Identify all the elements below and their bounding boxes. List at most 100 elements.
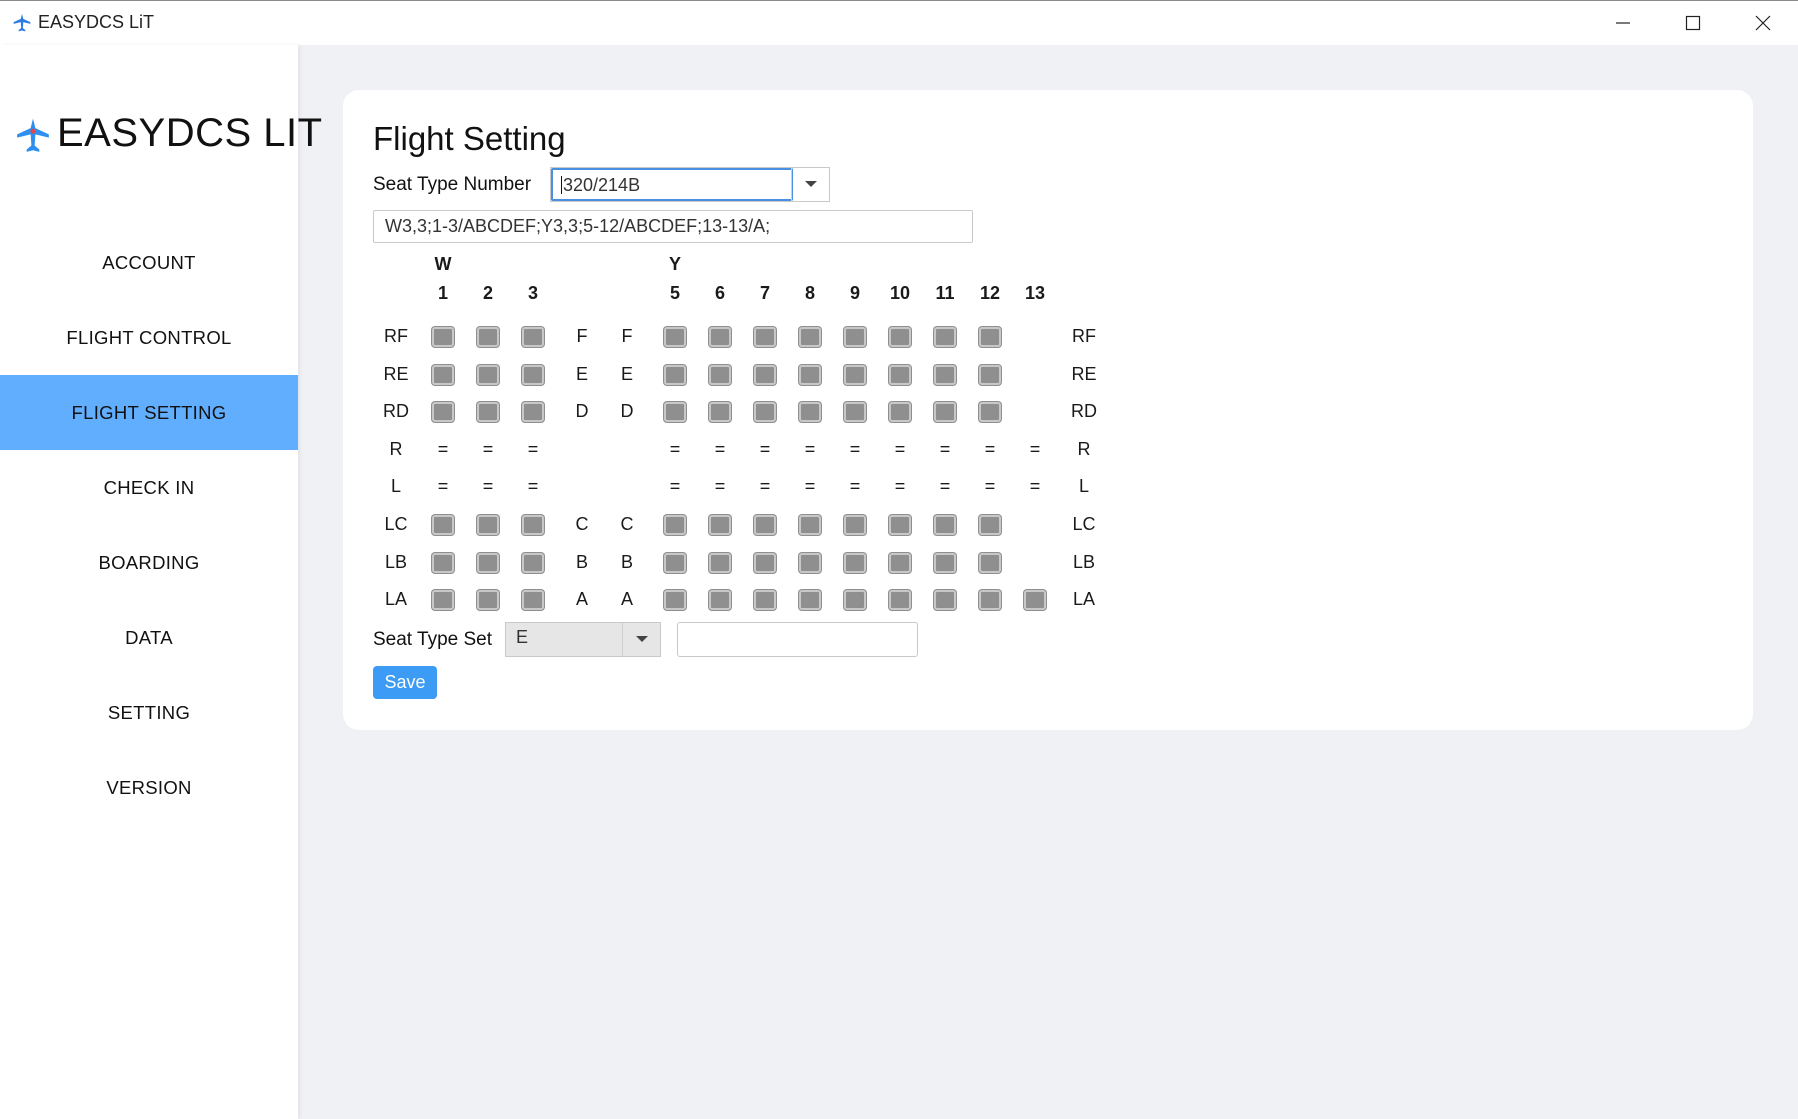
sidebar-item-flight-control[interactable]: FLIGHT CONTROL — [0, 300, 298, 375]
seat-checkbox[interactable] — [934, 327, 956, 347]
seat-letter-label: D — [575, 401, 589, 422]
seat-type-set-dropdown-button[interactable] — [622, 623, 660, 656]
seat-checkbox[interactable] — [432, 590, 454, 611]
seat-checkbox[interactable] — [432, 515, 454, 535]
seat-checkbox[interactable] — [799, 327, 821, 347]
seat-checkbox[interactable] — [889, 590, 911, 611]
seat-checkbox[interactable] — [979, 590, 1001, 611]
seat-row-label: LB — [384, 551, 408, 572]
sidebar-item-setting[interactable]: SETTING — [0, 675, 298, 750]
seat-checkbox[interactable] — [979, 515, 1001, 535]
seat-type-number-select[interactable]: 320/214B — [550, 167, 830, 202]
seat-checkbox[interactable] — [799, 515, 821, 535]
seat-checkbox[interactable] — [799, 402, 821, 423]
seat-checkbox[interactable] — [799, 590, 821, 611]
chevron-down-icon — [805, 181, 817, 187]
save-button[interactable]: Save — [373, 666, 437, 699]
seat-checkbox[interactable] — [664, 364, 686, 385]
seat-checkbox[interactable] — [844, 590, 866, 611]
seat-column-header: 8 — [804, 283, 816, 303]
seat-checkbox[interactable] — [709, 552, 731, 573]
seat-checkbox[interactable] — [754, 590, 776, 611]
seat-checkbox[interactable] — [754, 402, 776, 423]
seat-checkbox[interactable] — [709, 327, 731, 347]
sidebar-item-check-in[interactable]: CHECK IN — [0, 450, 298, 525]
seat-checkbox[interactable] — [889, 327, 911, 347]
seat-checkbox[interactable] — [664, 327, 686, 347]
seat-type-set-label: Seat Type Set — [373, 629, 493, 650]
seat-checkbox[interactable] — [934, 364, 956, 385]
seat-checkbox[interactable] — [477, 515, 499, 535]
seat-checkbox[interactable] — [664, 590, 686, 611]
seat-checkbox[interactable] — [889, 402, 911, 423]
sidebar-item-data[interactable]: DATA — [0, 600, 298, 675]
seat-checkbox[interactable] — [844, 515, 866, 535]
seat-row-label: LA — [384, 589, 408, 610]
seat-checkbox[interactable] — [754, 364, 776, 385]
seat-checkbox[interactable] — [934, 552, 956, 573]
airplane-icon — [13, 13, 31, 32]
seat-checkbox[interactable] — [934, 402, 956, 423]
seat-checkbox[interactable] — [979, 402, 1001, 423]
seat-checkbox[interactable] — [799, 552, 821, 573]
aisle-marker: = — [984, 438, 996, 459]
minimize-button[interactable] — [1588, 1, 1658, 45]
seat-type-number-dropdown-button[interactable] — [791, 168, 829, 201]
seat-checkbox[interactable] — [934, 515, 956, 535]
seat-checkbox[interactable] — [844, 552, 866, 573]
seat-checkbox[interactable] — [934, 590, 956, 611]
seat-checkbox[interactable] — [979, 552, 1001, 573]
seat-checkbox[interactable] — [754, 552, 776, 573]
seat-checkbox[interactable] — [979, 327, 1001, 347]
seat-checkbox[interactable] — [754, 515, 776, 535]
seat-checkbox[interactable] — [709, 402, 731, 423]
seat-checkbox[interactable] — [889, 364, 911, 385]
seat-checkbox[interactable] — [664, 552, 686, 573]
seat-checkbox[interactable] — [664, 402, 686, 423]
seat-type-number-input[interactable]: 320/214B — [551, 168, 793, 201]
seat-layout-input[interactable]: W3,3;1-3/ABCDEF;Y3,3;5-12/ABCDEF;13-13/A… — [373, 210, 973, 243]
seat-checkbox[interactable] — [522, 552, 544, 573]
seat-checkbox[interactable] — [844, 402, 866, 423]
close-button[interactable] — [1728, 1, 1798, 45]
seat-checkbox[interactable] — [477, 402, 499, 423]
seat-checkbox[interactable] — [844, 364, 866, 385]
aisle-marker: = — [714, 476, 726, 497]
seat-checkbox[interactable] — [709, 590, 731, 611]
seat-checkbox[interactable] — [754, 327, 776, 347]
seat-checkbox[interactable] — [709, 515, 731, 535]
seat-checkbox[interactable] — [522, 590, 544, 611]
seat-checkbox[interactable] — [477, 327, 499, 347]
window-titlebar: EASYDCS LiT — [0, 0, 1798, 45]
seat-checkbox[interactable] — [477, 552, 499, 573]
seat-checkbox[interactable] — [889, 552, 911, 573]
seat-column-header: 6 — [714, 283, 726, 303]
seat-checkbox[interactable] — [432, 552, 454, 573]
seat-checkbox[interactable] — [799, 364, 821, 385]
aisle-marker: = — [939, 438, 951, 459]
sidebar-item-flight-setting[interactable]: FLIGHT SETTING — [0, 375, 298, 450]
seat-checkbox[interactable] — [477, 590, 499, 611]
sidebar-item-account[interactable]: ACCOUNT — [0, 225, 298, 300]
seat-checkbox[interactable] — [522, 515, 544, 535]
seat-type-set-input[interactable] — [677, 622, 918, 657]
seat-checkbox[interactable] — [979, 364, 1001, 385]
maximize-button[interactable] — [1658, 1, 1728, 45]
maximize-icon — [1685, 15, 1701, 31]
seat-type-set-select[interactable]: E — [505, 622, 661, 657]
seat-checkbox[interactable] — [522, 402, 544, 423]
seat-checkbox[interactable] — [889, 515, 911, 535]
seat-checkbox[interactable] — [844, 327, 866, 347]
seat-checkbox[interactable] — [477, 364, 499, 385]
seat-checkbox[interactable] — [522, 364, 544, 385]
seat-checkbox[interactable] — [432, 327, 454, 347]
seat-checkbox[interactable] — [664, 515, 686, 535]
sidebar-item-boarding[interactable]: BOARDING — [0, 525, 298, 600]
sidebar-item-version[interactable]: VERSION — [0, 750, 298, 825]
aisle-marker: = — [482, 476, 494, 497]
seat-checkbox[interactable] — [432, 402, 454, 423]
seat-checkbox[interactable] — [709, 364, 731, 385]
seat-checkbox[interactable] — [432, 364, 454, 385]
seat-checkbox[interactable] — [1024, 590, 1046, 611]
seat-checkbox[interactable] — [522, 327, 544, 347]
